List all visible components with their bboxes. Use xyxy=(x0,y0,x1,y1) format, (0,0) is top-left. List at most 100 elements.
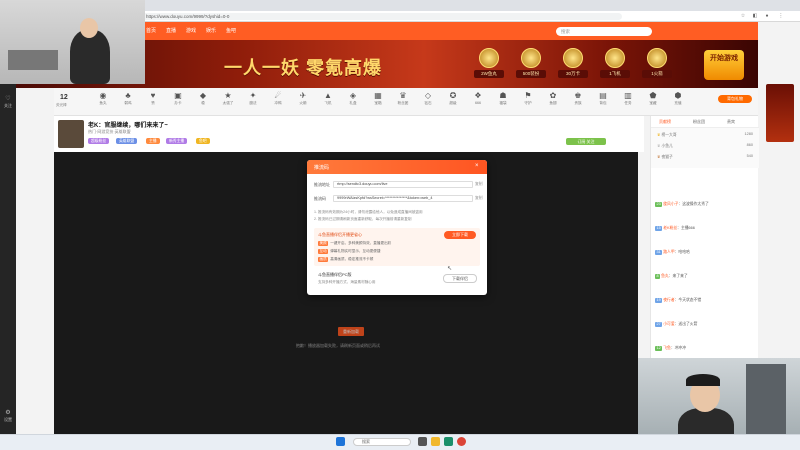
gift-item[interactable]: ☗ 福袋 xyxy=(490,91,516,106)
chat-message[interactable]: 15 老K粉丝：主播666 xyxy=(655,226,755,231)
edge-icon[interactable] xyxy=(444,437,453,446)
gift-item[interactable]: ◇ 钻石 xyxy=(415,91,441,106)
extension-icon[interactable]: ◧ xyxy=(752,13,758,19)
chrome-icon[interactable] xyxy=(457,437,466,446)
task-view-icon[interactable] xyxy=(418,437,427,446)
tab-contribution[interactable]: 贡献榜 xyxy=(659,119,671,125)
chat-username[interactable]: 老K粉丝 xyxy=(663,226,677,230)
gift-item[interactable]: ♚ 贵族 xyxy=(565,91,591,106)
copy-key-button[interactable]: 复制 xyxy=(475,196,483,201)
close-icon[interactable]: × xyxy=(475,163,479,169)
rank-row[interactable]: ♛ 夜猫子 540 xyxy=(657,154,753,162)
gift-label: 弱鸡 xyxy=(124,101,132,105)
chat-message[interactable]: 27 小可爱：送出了火箭 xyxy=(655,322,755,327)
follow-button[interactable]: 订阅 关注 xyxy=(566,138,606,145)
gift-label: 太强了 xyxy=(222,101,234,105)
badge[interactable]: 超级粉丝 xyxy=(88,138,110,144)
download-companion-button[interactable]: 下载伴侣 xyxy=(443,274,477,283)
coin-icon xyxy=(605,48,625,68)
gift-item[interactable]: ▤ 背包 xyxy=(590,91,616,106)
stream-key-field[interactable]: 9999rWAlzsKpfd?wsSecret=***************&… xyxy=(333,195,473,202)
profile-icon[interactable]: ● xyxy=(764,13,770,19)
star-icon[interactable]: ☆ xyxy=(740,13,746,19)
room-meta[interactable]: 热门·网游竞技·英雄联盟 xyxy=(88,129,131,135)
site-search-input[interactable]: 搜索 xyxy=(556,27,652,36)
gift-item[interactable]: ✪ 超级 xyxy=(440,91,466,106)
menu-icon[interactable]: ⋮ xyxy=(778,13,784,19)
gift-icon: ♚ xyxy=(574,91,582,100)
gift-item[interactable]: ♛ 粉丝团 xyxy=(390,91,416,106)
tab-fans[interactable]: 粉丝团 xyxy=(693,119,705,125)
gift-label: 赞 xyxy=(151,101,155,105)
backpack-gift-button[interactable]: 背包礼物 xyxy=(718,95,752,103)
gift-icon: ✿ xyxy=(549,91,557,100)
gift-item[interactable]: ❖ 666 xyxy=(465,91,491,105)
gift-item[interactable]: ☄ 冲鸭 xyxy=(265,91,291,106)
gift-item[interactable]: ♥ 赞 xyxy=(140,91,166,106)
gift-item[interactable]: ▥ 任务 xyxy=(615,91,641,106)
gift-item[interactable]: ★ 太强了 xyxy=(215,91,241,106)
banner-day-1: 2W鱼丸 xyxy=(474,46,504,84)
download-now-button[interactable]: 立即下载 xyxy=(444,231,476,239)
gift-item[interactable]: ⬟ 宝藏 xyxy=(640,91,666,106)
nav-yuba[interactable]: 鱼吧 xyxy=(226,28,236,34)
taskbar-search-input[interactable]: 搜索 xyxy=(353,438,411,446)
gift-item[interactable]: ◈ 礼盒 xyxy=(340,91,366,106)
gift-label: 666 xyxy=(475,101,481,105)
dialog-note-2: 2. 推流码已过期请刷新页面重新获取，每次开播前请重新复制 xyxy=(314,217,412,221)
gift-item[interactable]: ◆ 稳 xyxy=(190,91,216,106)
gift-item[interactable]: ♣ 弱鸡 xyxy=(115,91,141,106)
gift-icon: ▤ xyxy=(599,91,607,100)
chat-username[interactable]: 路人甲 xyxy=(663,250,674,254)
copy-addr-button[interactable]: 复制 xyxy=(475,182,483,187)
rank-row[interactable]: ♛ 榜一大哥 1280 xyxy=(657,132,753,140)
chat-username[interactable]: 夜行者 xyxy=(663,298,674,302)
chat-username[interactable]: 飞鱼 xyxy=(663,346,671,350)
gift-item[interactable]: ▦ 宝箱 xyxy=(365,91,391,106)
gift-label: 任务 xyxy=(624,101,632,105)
tab-vip[interactable]: 贵宾 xyxy=(727,119,735,125)
chat-message[interactable]: 12 飞鱼：冲冲冲 xyxy=(655,346,755,351)
rank-row[interactable]: ♛ 小鱼儿 860 xyxy=(657,143,753,151)
gift-item[interactable]: ✿ 鱼翅 xyxy=(540,91,566,106)
gift-item[interactable]: ▣ 办卡 xyxy=(165,91,191,106)
stream-addr-field[interactable]: rtmp://sendtc3.douyu.com/live xyxy=(333,181,473,188)
nav-games[interactable]: 游戏 xyxy=(186,28,196,34)
address-bar[interactable]: https://www.douyu.com/9999/?dyshid=0-0 xyxy=(142,13,622,20)
start-icon[interactable] xyxy=(336,437,345,446)
side-promo-banner[interactable] xyxy=(766,84,794,142)
gift-item[interactable]: ▲ 飞机 xyxy=(315,91,341,106)
gift-label: 背包 xyxy=(599,101,607,105)
badge[interactable]: 主播 xyxy=(146,138,160,144)
rail-item-follow[interactable]: ♡ 关注 xyxy=(0,96,16,109)
gift-item[interactable]: ✈ 火箭 xyxy=(290,91,316,106)
gift-label: 冲鸭 xyxy=(274,101,282,105)
banner-title: 一人一妖 零氪高爆 xyxy=(224,58,383,78)
gift-item[interactable]: ✦ 魔法 xyxy=(240,91,266,106)
gift-label: 守护 xyxy=(524,101,532,105)
chat-message[interactable]: 23 旋风小子：这波操作太秀了 xyxy=(655,202,755,207)
promo-row: 互动 弹幕礼物实时显示，互动更便捷 xyxy=(318,249,381,254)
chat-username[interactable]: 小可爱 xyxy=(663,322,674,326)
banner-play-button[interactable]: 开始游戏 xyxy=(704,50,744,80)
badge[interactable]: 新秀主播 xyxy=(166,138,188,144)
gift-item[interactable]: ◉ 鱼丸 xyxy=(90,91,116,106)
gift-icon: ✈ xyxy=(299,91,307,100)
nav-home[interactable]: 首页 xyxy=(146,28,156,34)
badge[interactable]: 英雄联盟 xyxy=(116,138,138,144)
gift-item[interactable]: ⬢ 充值 xyxy=(665,91,691,106)
rail-item-settings[interactable]: ⚙ 设置 xyxy=(0,410,16,423)
gift-item[interactable]: ⚑ 守护 xyxy=(515,91,541,106)
chat-username[interactable]: 旋风小子 xyxy=(663,202,678,206)
nav-ent[interactable]: 娱乐 xyxy=(206,28,216,34)
chat-message[interactable]: 8 鱼丸：来了来了 xyxy=(655,274,755,279)
chat-message[interactable]: 31 路人甲：哈哈哈 xyxy=(655,250,755,255)
badge[interactable]: 鱼吧 xyxy=(196,138,210,144)
coin-icon xyxy=(647,48,667,68)
chat-username[interactable]: 鱼丸 xyxy=(661,274,669,278)
file-explorer-icon[interactable] xyxy=(431,437,440,446)
glowstick-label: 荧光棒 xyxy=(56,103,67,107)
streamer-avatar[interactable] xyxy=(58,120,84,148)
chat-message[interactable]: 19 夜行者：今天状态不错 xyxy=(655,298,755,303)
nav-live[interactable]: 直播 xyxy=(166,28,176,34)
